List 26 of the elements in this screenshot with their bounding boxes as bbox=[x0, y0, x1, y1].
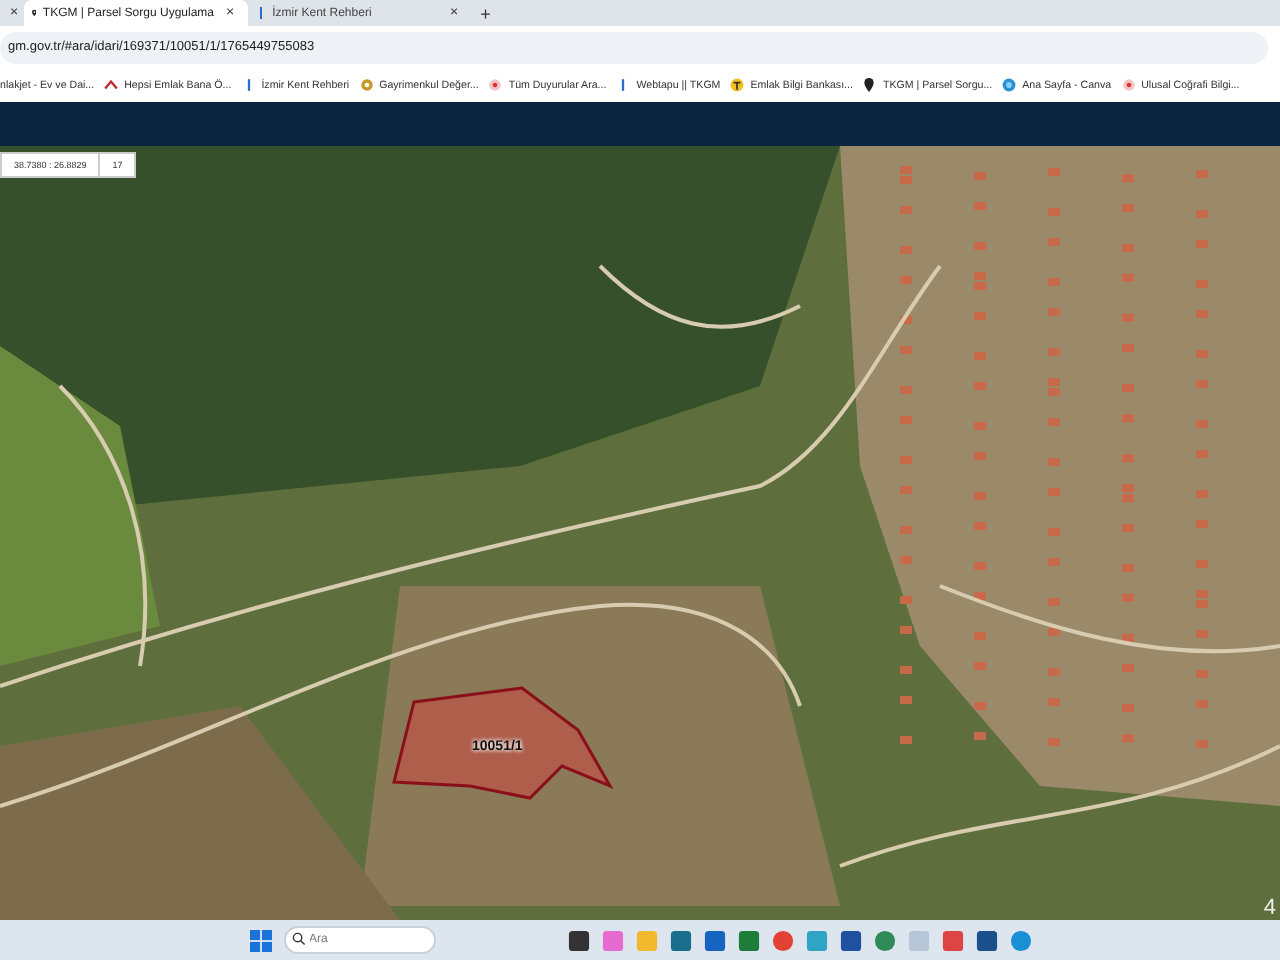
app-tile-icon[interactable] bbox=[601, 929, 623, 951]
chat-icon[interactable] bbox=[873, 929, 895, 951]
app-tile-icon[interactable] bbox=[567, 929, 589, 951]
app-tile-icon[interactable] bbox=[805, 929, 827, 951]
satellite-map-drawing[interactable] bbox=[0, 146, 1280, 920]
corner-text: 4 bbox=[1263, 896, 1276, 920]
app-tile-icon[interactable] bbox=[975, 929, 997, 951]
app-tile-icon[interactable] bbox=[737, 929, 759, 951]
app-tile-icon[interactable] bbox=[941, 929, 963, 951]
app-tile-icon[interactable] bbox=[669, 929, 691, 951]
gear-icon bbox=[359, 78, 374, 92]
globe-icon bbox=[1002, 78, 1017, 92]
map-pin-icon bbox=[862, 78, 877, 92]
app-tile-icon[interactable] bbox=[703, 929, 725, 951]
roof-icon bbox=[104, 78, 119, 92]
parcel-outline[interactable] bbox=[392, 686, 614, 800]
browser-icon[interactable] bbox=[771, 929, 793, 951]
browser-icon[interactable] bbox=[1009, 929, 1031, 951]
letter-badge-icon bbox=[730, 78, 745, 92]
app-tile-icon[interactable] bbox=[839, 929, 861, 951]
dot-icon bbox=[1121, 78, 1136, 92]
map-pin-icon bbox=[32, 6, 37, 20]
dot-icon bbox=[488, 78, 503, 92]
app-tile-icon[interactable] bbox=[907, 929, 929, 951]
windows-start-icon[interactable] bbox=[249, 929, 271, 951]
new-tab-icon[interactable]: + bbox=[472, 3, 499, 23]
